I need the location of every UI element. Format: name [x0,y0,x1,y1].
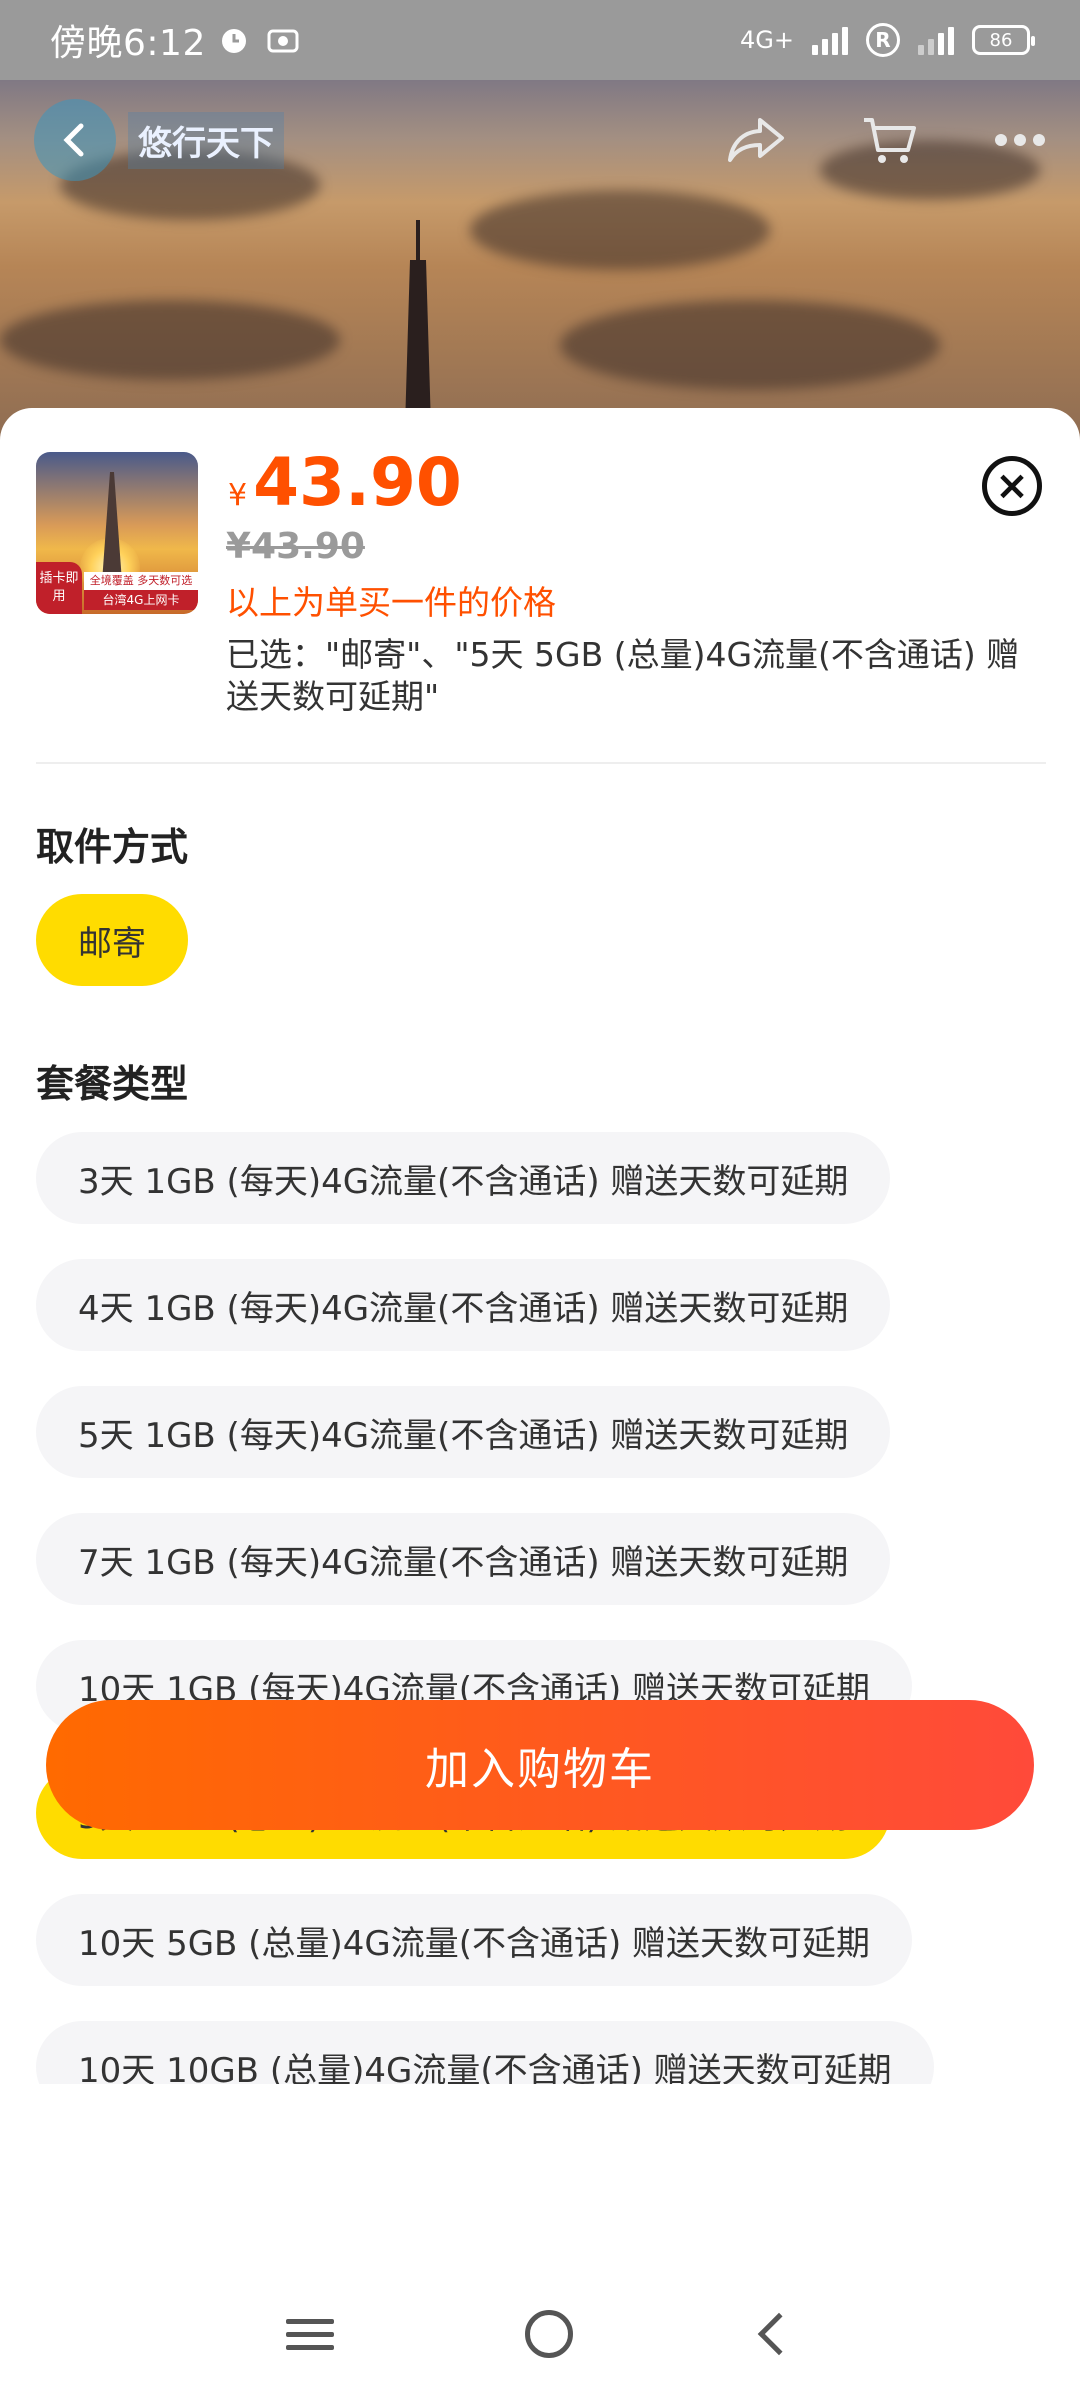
package-option[interactable]: 10天 10GB (总量)4G流量(不含通话) 赠送天数可延期 [36,2021,934,2084]
home-button[interactable] [524,2310,573,2358]
package-option-label: 7天 1GB (每天)4G流量(不含通话) 赠送天数可延期 [78,1542,849,1583]
roaming-icon: R [866,23,900,57]
add-to-cart-button[interactable]: 加入购物车 [46,1700,1034,1830]
package-option[interactable]: 7天 1GB (每天)4G流量(不含通话) 赠送天数可延期 [36,1513,891,1605]
package-option-label: 5天 1GB (每天)4G流量(不含通话) 赠送天数可延期 [78,1415,849,1456]
package-option[interactable]: 10天 5GB (总量)4G流量(不含通话) 赠送天数可延期 [36,1894,913,1986]
status-bar: 傍晚6:12 4G+ R 86 [0,0,1080,80]
back-arrow-icon [63,123,84,157]
cell-signal-icon [812,25,848,55]
share-icon[interactable] [726,114,786,166]
package-option-label: 10天 5GB (总量)4G流量(不含通话) 赠送天数可延期 [78,1923,871,1964]
back-button[interactable] [34,99,116,181]
cart-icon[interactable] [862,114,918,166]
top-nav-bar: 悠行天下 [0,80,1080,200]
recent-apps-button[interactable] [285,2311,334,2358]
package-option-label: 3天 1GB (每天)4G流量(不含通话) 赠送天数可延期 [78,1161,849,1202]
system-back-button[interactable] [758,2312,801,2356]
package-options: 3天 1GB (每天)4G流量(不含通话) 赠送天数可延期 4天 1GB (每天… [0,408,1080,2084]
store-logo: 悠行天下 [128,111,284,169]
package-option-label: 10天 10GB (总量)4G流量(不含通话) 赠送天数可延期 [78,2050,892,2085]
cell-signal-2-icon [918,25,954,55]
battery-icon: 86 [972,25,1035,55]
more-icon[interactable] [994,133,1046,147]
package-option[interactable]: 5天 1GB (每天)4G流量(不含通话) 赠送天数可延期 [36,1386,891,1478]
alarm-icon [221,29,246,53]
status-time: 傍晚6:12 [50,23,206,64]
notification-app-icon [267,29,299,53]
system-nav-bar [0,2268,1080,2400]
package-option[interactable]: 3天 1GB (每天)4G流量(不含通话) 赠送天数可延期 [36,1132,891,1224]
package-option-label: 4天 1GB (每天)4G流量(不含通话) 赠送天数可延期 [78,1288,849,1329]
sku-selection-sheet: 插卡即用 全境覆盖 多天数可选 台湾4G上网卡 ¥ 43.90 ¥43.90 以… [0,408,1080,2268]
network-type: 4G+ [740,26,794,54]
package-option[interactable]: 4天 1GB (每天)4G流量(不含通话) 赠送天数可延期 [36,1259,891,1351]
